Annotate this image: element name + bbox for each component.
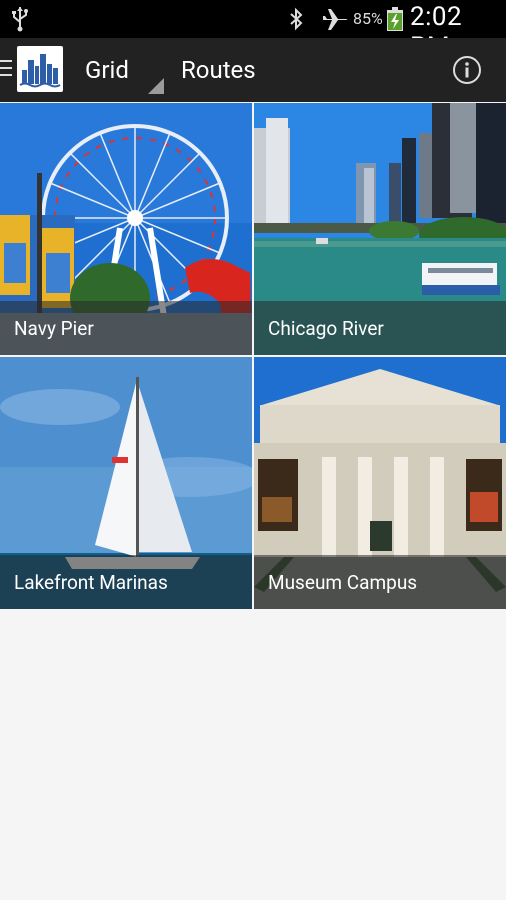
- usb-icon: [12, 7, 28, 32]
- status-bar: 85% 2:02 PM: [0, 0, 506, 62]
- info-icon[interactable]: [452, 55, 482, 85]
- view-mode-spinner[interactable]: Grid: [85, 56, 129, 84]
- tile-navy-pier[interactable]: Navy Pier: [0, 103, 252, 355]
- tile-label: Chicago River: [268, 317, 384, 340]
- tile-label: Navy Pier: [14, 317, 94, 340]
- tile-lakefront-marinas[interactable]: Lakefront Marinas: [0, 357, 252, 609]
- tile-caption: Lakefront Marinas: [0, 555, 252, 609]
- action-bar: Grid Routes: [0, 38, 506, 102]
- airplane-mode-icon: [323, 9, 348, 30]
- tile-chicago-river[interactable]: Chicago River: [254, 103, 506, 355]
- battery-charging-icon: [387, 7, 403, 31]
- bluetooth-icon: [290, 7, 303, 31]
- chicago-skyline-logo-icon[interactable]: [17, 46, 63, 92]
- tile-label: Lakefront Marinas: [14, 571, 168, 594]
- tile-label: Museum Campus: [268, 571, 418, 594]
- routes-tab[interactable]: Routes: [181, 56, 256, 84]
- spinner-dropdown-indicator-icon: [148, 78, 164, 94]
- tile-caption: Museum Campus: [254, 555, 506, 609]
- nav-drawer-icon[interactable]: [0, 60, 14, 80]
- tile-caption: Navy Pier: [0, 301, 252, 355]
- tile-museum-campus[interactable]: Museum Campus: [254, 357, 506, 609]
- battery-percent: 85%: [353, 9, 383, 28]
- tile-caption: Chicago River: [254, 301, 506, 355]
